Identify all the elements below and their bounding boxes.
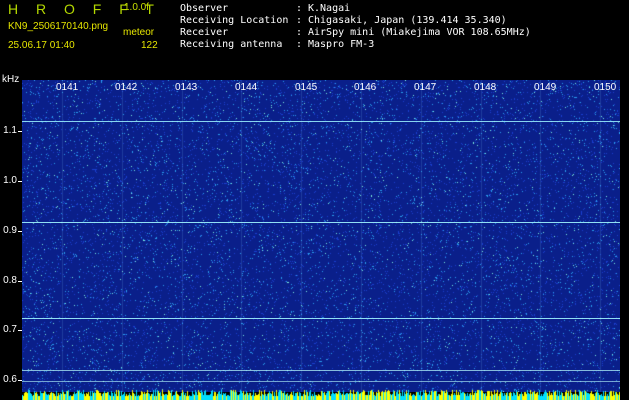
app-version: 1.0.0f	[124, 2, 150, 13]
spectrogram-waterfall	[22, 80, 620, 392]
capture-datetime: 25.06.17 01:40	[8, 40, 75, 51]
y-tick-label: 0.8	[3, 275, 17, 286]
time-label: 0147	[414, 82, 437, 93]
receiver-value: AirSpy mini (Miakejima VOR 108.65MHz)	[308, 27, 531, 38]
time-label: 0142	[115, 82, 138, 93]
carrier-line	[22, 222, 620, 223]
receiver-separator: :	[296, 27, 303, 38]
detection-mode: meteor	[123, 27, 155, 38]
waterfall-canvas	[22, 80, 620, 392]
carrier-line	[22, 121, 620, 122]
y-axis-unit: kHz	[2, 74, 20, 85]
time-label: 0144	[235, 82, 258, 93]
time-label: 0141	[56, 82, 79, 93]
y-tick-label: 0.9	[3, 225, 17, 236]
time-label: 0150	[594, 82, 617, 93]
y-tick-label: 0.6	[3, 374, 17, 385]
receiver-label: Receiver	[180, 27, 229, 38]
detection-count: 122	[141, 40, 158, 51]
location-value: Chigasaki, Japan (139.414 35.340)	[308, 15, 507, 26]
observer-value: K.Nagai	[308, 3, 351, 14]
y-tick-label: 1.0	[3, 175, 17, 186]
location-separator: :	[296, 15, 303, 26]
file-name: KN9_2506170140.png	[8, 21, 109, 32]
time-label: 0148	[474, 82, 497, 93]
time-label: 0143	[175, 82, 198, 93]
signal-level-bar	[22, 389, 620, 400]
antenna-value: Maspro FM-3	[308, 39, 375, 50]
time-label: 0149	[534, 82, 557, 93]
antenna-label: Receiving antenna	[180, 39, 283, 50]
observer-separator: :	[296, 3, 303, 14]
y-tick-label: 0.7	[3, 324, 17, 335]
antenna-separator: :	[296, 39, 303, 50]
time-label: 0145	[295, 82, 318, 93]
carrier-line	[22, 381, 620, 382]
location-label: Receiving Location	[180, 15, 289, 26]
time-label: 0146	[354, 82, 377, 93]
y-tick-label: 1.1	[3, 125, 17, 136]
carrier-line	[22, 370, 620, 371]
observer-label: Observer	[180, 3, 229, 14]
carrier-line	[22, 318, 620, 319]
